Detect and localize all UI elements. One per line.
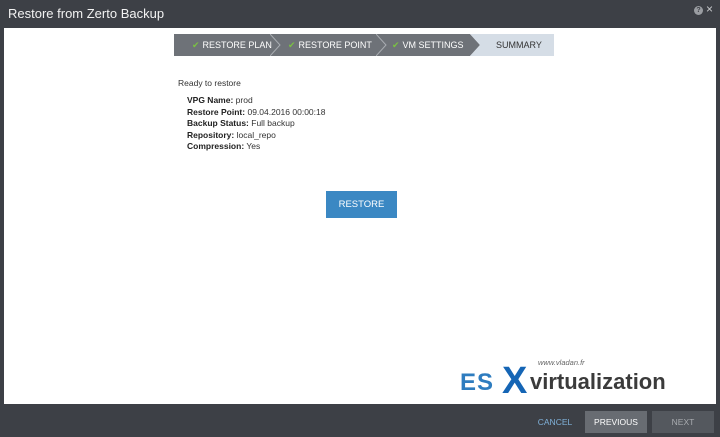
watermark-x: X <box>502 360 528 402</box>
step-label: SUMMARY <box>496 40 542 50</box>
summary-row-restore-point: Restore Point: 09.04.2016 00:00:18 <box>187 106 326 117</box>
summary-row-compression: Compression: Yes <box>187 141 261 151</box>
help-icon[interactable]: ? <box>694 6 703 15</box>
step-label: RESTORE POINT <box>298 40 372 50</box>
check-icon: ✔ <box>392 40 400 50</box>
step-label: RESTORE PLAN <box>202 40 272 50</box>
step-summary[interactable]: SUMMARY <box>470 34 554 56</box>
close-icon[interactable]: × <box>706 3 713 15</box>
previous-button[interactable]: PREVIOUS <box>585 411 647 433</box>
step-label: VM SETTINGS <box>402 40 464 50</box>
title-bar: Restore from Zerto Backup ? × <box>0 0 720 28</box>
wizard-footer: CANCEL PREVIOUS NEXT <box>0 404 720 437</box>
check-icon: ✔ <box>288 40 296 50</box>
summary-row-vpg-name: VPG Name: prod <box>187 95 253 105</box>
watermark-virtualization: virtualization <box>530 369 666 394</box>
summary-row-backup-status: Backup Status: Full backup <box>187 118 295 128</box>
check-icon: ✔ <box>192 40 200 50</box>
watermark-url: www.vladan.fr <box>538 358 585 367</box>
step-restore-point[interactable]: ✔ RESTORE POINT <box>270 34 386 56</box>
next-button[interactable]: NEXT <box>652 411 714 433</box>
restore-button[interactable]: RESTORE <box>326 191 397 218</box>
summary-heading: Ready to restore <box>178 78 241 88</box>
watermark-logo: www.vladan.fr ES X virtualization <box>456 358 686 404</box>
step-vm-settings[interactable]: ✔ VM SETTINGS <box>376 34 480 56</box>
wizard-content: ✔ RESTORE PLAN ✔ RESTORE POINT ✔ VM SETTING… <box>4 28 716 404</box>
watermark-es: ES <box>460 369 495 396</box>
restore-summary: Ready to restore VPG Name: prod Restore … <box>178 78 325 153</box>
summary-row-repository: Repository: local_repo <box>187 129 276 140</box>
window-title: Restore from Zerto Backup <box>8 6 165 21</box>
step-restore-plan[interactable]: ✔ RESTORE PLAN <box>174 34 280 56</box>
wizard-steps: ✔ RESTORE PLAN ✔ RESTORE POINT ✔ VM SETTING… <box>174 34 554 56</box>
cancel-button[interactable]: CANCEL <box>530 411 580 433</box>
